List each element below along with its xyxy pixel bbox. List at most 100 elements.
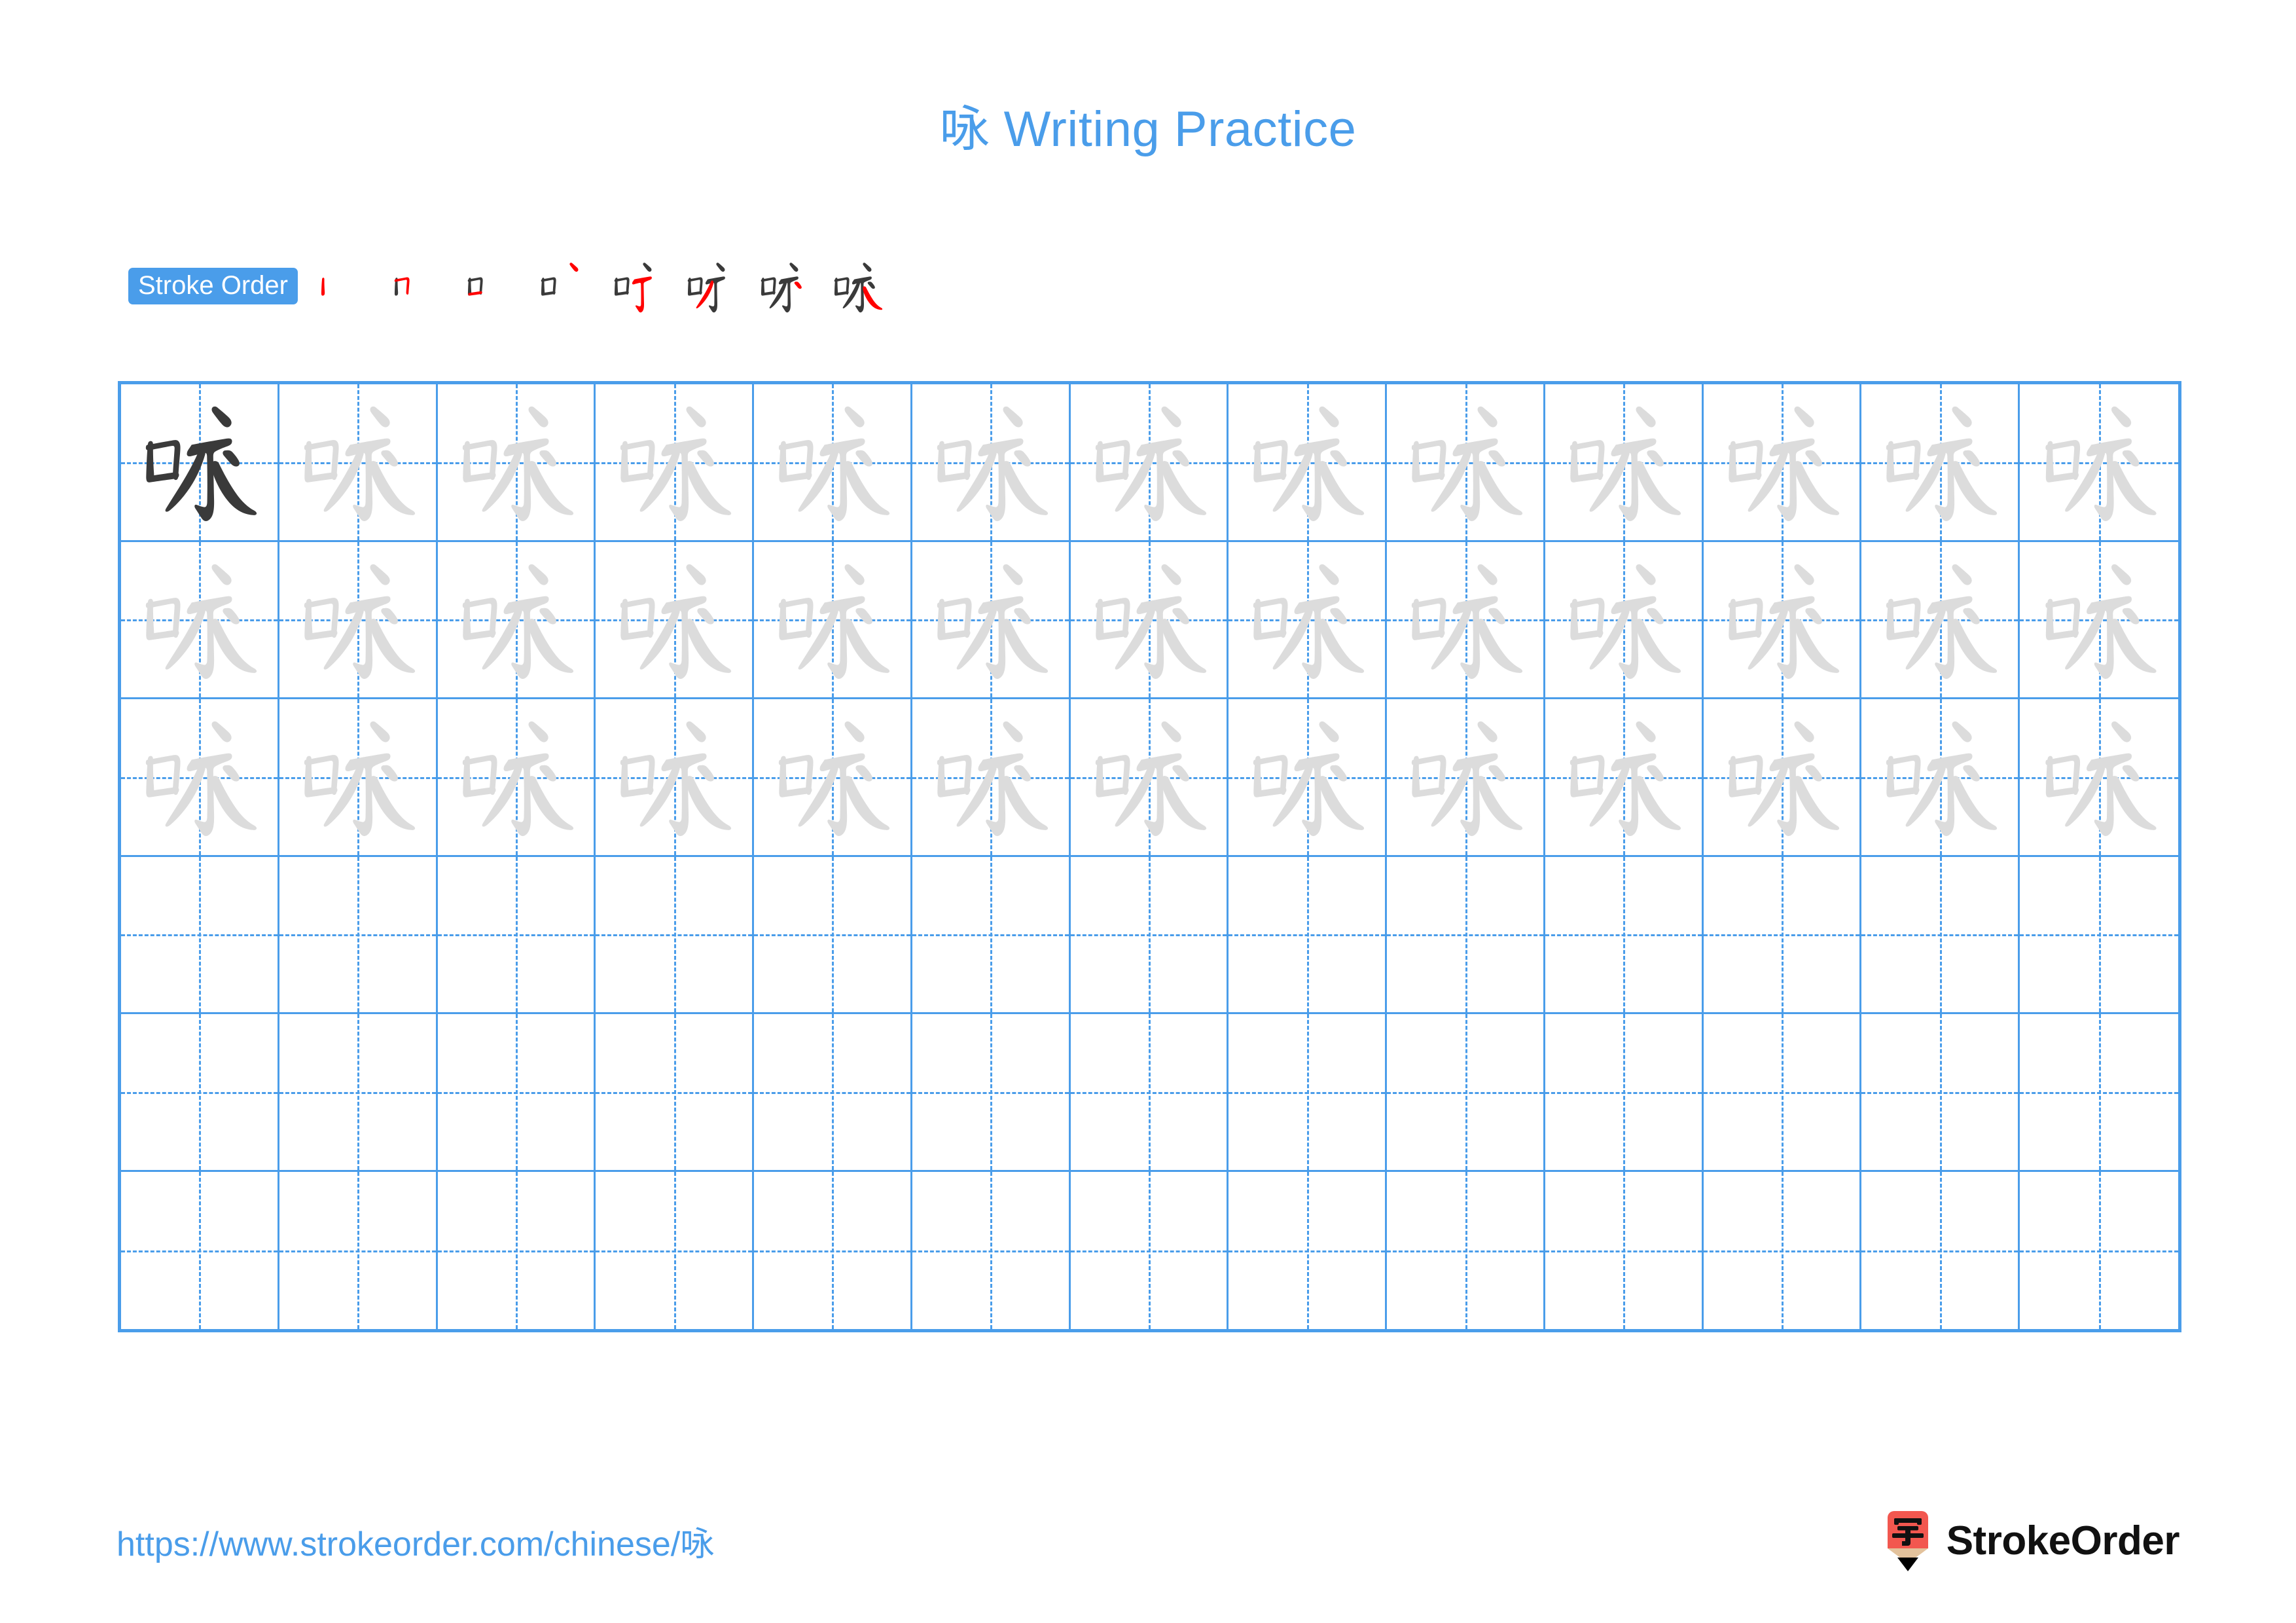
- grid-cell-blank[interactable]: [596, 1014, 755, 1172]
- grid-cell-blank[interactable]: [279, 856, 438, 1014]
- grid-cell-blank[interactable]: [912, 856, 1071, 1014]
- grid-cell-tracing-character[interactable]: [279, 699, 438, 857]
- grid-cell-tracing-character[interactable]: [1387, 541, 1545, 699]
- grid-cell-tracing-character[interactable]: [1229, 541, 1388, 699]
- cell-horizontal-guide: [1229, 934, 1386, 937]
- grid-cell-blank[interactable]: [912, 1171, 1071, 1329]
- grid-cell-blank[interactable]: [1387, 1171, 1545, 1329]
- page-title: 咏 Writing Practice: [939, 101, 1357, 157]
- grid-cell-tracing-character[interactable]: [1703, 541, 1862, 699]
- grid-cell-tracing-character[interactable]: [1703, 699, 1862, 857]
- grid-cell-tracing-character[interactable]: [1545, 699, 1704, 857]
- grid-cell-model-character[interactable]: [121, 384, 279, 542]
- grid-cell-blank[interactable]: [1703, 1171, 1862, 1329]
- grid-cell-tracing-character[interactable]: [1703, 384, 1862, 542]
- grid-cell-tracing-character[interactable]: [1070, 384, 1229, 542]
- grid-cell-blank[interactable]: [1545, 1171, 1704, 1329]
- grid-cell-blank[interactable]: [1229, 856, 1388, 1014]
- grid-cell-blank[interactable]: [1070, 1014, 1229, 1172]
- grid-cell-tracing-character[interactable]: [1545, 384, 1704, 542]
- grid-cell-blank[interactable]: [437, 1171, 596, 1329]
- cell-horizontal-guide: [1861, 1091, 2018, 1094]
- grid-cell-tracing-character[interactable]: [2020, 699, 2178, 857]
- grid-cell-blank[interactable]: [437, 856, 596, 1014]
- grid-cell-tracing-character[interactable]: [1387, 384, 1545, 542]
- grid-cell-tracing-character[interactable]: [437, 541, 596, 699]
- grid-cell-tracing-character[interactable]: [1861, 541, 2020, 699]
- grid-cell-blank[interactable]: [1070, 856, 1229, 1014]
- grid-cell-tracing-character[interactable]: [912, 541, 1071, 699]
- grid-cell-blank[interactable]: [1545, 856, 1704, 1014]
- grid-cell-blank[interactable]: [2020, 1014, 2178, 1172]
- grid-cell-blank[interactable]: [1861, 1014, 2020, 1172]
- grid-cell-tracing-character[interactable]: [121, 541, 279, 699]
- grid-cell-blank[interactable]: [121, 856, 279, 1014]
- grid-cell-blank[interactable]: [1387, 856, 1545, 1014]
- grid-cell-blank[interactable]: [1229, 1171, 1388, 1329]
- grid-cell-tracing-character[interactable]: [754, 699, 912, 857]
- stroke-order-badge: Stroke Order: [128, 268, 298, 304]
- grid-cell-tracing-character[interactable]: [437, 384, 596, 542]
- grid-cell-blank[interactable]: [2020, 1171, 2178, 1329]
- grid-cell-blank[interactable]: [2020, 856, 2178, 1014]
- cell-horizontal-guide: [1387, 934, 1543, 937]
- grid-cell-tracing-character[interactable]: [1861, 699, 2020, 857]
- grid-cell-tracing-character[interactable]: [596, 541, 755, 699]
- grid-cell-blank[interactable]: [1070, 1171, 1229, 1329]
- grid-cell-tracing-character[interactable]: [754, 384, 912, 542]
- grid-cell-blank[interactable]: [121, 1014, 279, 1172]
- tracing-character-glyph: [1229, 699, 1385, 855]
- grid-cell-tracing-character[interactable]: [596, 384, 755, 542]
- grid-cell-blank[interactable]: [279, 1014, 438, 1172]
- tracing-character-glyph: [438, 699, 594, 855]
- grid-cell-tracing-character[interactable]: [754, 541, 912, 699]
- grid-cell-tracing-character[interactable]: [1229, 699, 1388, 857]
- grid-cell-blank[interactable]: [1229, 1014, 1388, 1172]
- grid-cell-blank[interactable]: [754, 856, 912, 1014]
- grid-cell-blank[interactable]: [754, 1171, 912, 1329]
- grid-cell-blank[interactable]: [121, 1171, 279, 1329]
- grid-cell-blank[interactable]: [1387, 1014, 1545, 1172]
- grid-cell-blank[interactable]: [596, 856, 755, 1014]
- grid-cell-tracing-character[interactable]: [279, 541, 438, 699]
- cell-horizontal-guide: [1703, 1250, 1860, 1252]
- grid-cell-tracing-character[interactable]: [912, 384, 1071, 542]
- grid-cell-tracing-character[interactable]: [437, 699, 596, 857]
- grid-cell-tracing-character[interactable]: [1229, 384, 1388, 542]
- cell-horizontal-guide: [279, 1250, 436, 1252]
- grid-cell-blank[interactable]: [1703, 856, 1862, 1014]
- grid-cell-tracing-character[interactable]: [1070, 699, 1229, 857]
- grid-cell-tracing-character[interactable]: [912, 699, 1071, 857]
- grid-cell-blank[interactable]: [596, 1171, 755, 1329]
- cell-horizontal-guide: [1070, 1091, 1227, 1094]
- brand-logo[interactable]: StrokeOrder: [1884, 1511, 2180, 1571]
- grid-cell-blank[interactable]: [1703, 1014, 1862, 1172]
- grid-cell-tracing-character[interactable]: [2020, 541, 2178, 699]
- cell-horizontal-guide: [754, 934, 910, 937]
- grid-cell-blank[interactable]: [279, 1171, 438, 1329]
- tracing-character-glyph: [596, 699, 752, 855]
- pencil-logo-icon: [1887, 1511, 1928, 1571]
- cell-horizontal-guide: [596, 934, 753, 937]
- grid-cell-tracing-character[interactable]: [1861, 384, 2020, 542]
- grid-cell-blank[interactable]: [1861, 1171, 2020, 1329]
- stroke-order-steps: [307, 249, 893, 323]
- grid-cell-tracing-character[interactable]: [121, 699, 279, 857]
- grid-cell-tracing-character[interactable]: [1545, 541, 1704, 699]
- source-url[interactable]: https://www.strokeorder.com/chinese/咏: [117, 1524, 714, 1565]
- grid-cell-blank[interactable]: [437, 1014, 596, 1172]
- grid-cell-blank[interactable]: [1545, 1014, 1704, 1172]
- writing-practice-grid[interactable]: [118, 381, 2181, 1332]
- cell-horizontal-guide: [437, 934, 594, 937]
- grid-cell-blank[interactable]: [754, 1014, 912, 1172]
- grid-cell-tracing-character[interactable]: [2020, 384, 2178, 542]
- grid-cell-tracing-character[interactable]: [279, 384, 438, 542]
- grid-cell-tracing-character[interactable]: [1387, 699, 1545, 857]
- grid-cell-tracing-character[interactable]: [596, 699, 755, 857]
- tracing-character-glyph: [1387, 542, 1543, 698]
- grid-cell-tracing-character[interactable]: [1070, 541, 1229, 699]
- grid-cell-blank[interactable]: [912, 1014, 1071, 1172]
- grid-cell-blank[interactable]: [1861, 856, 2020, 1014]
- cell-horizontal-guide: [2020, 934, 2178, 937]
- cell-horizontal-guide: [279, 934, 436, 937]
